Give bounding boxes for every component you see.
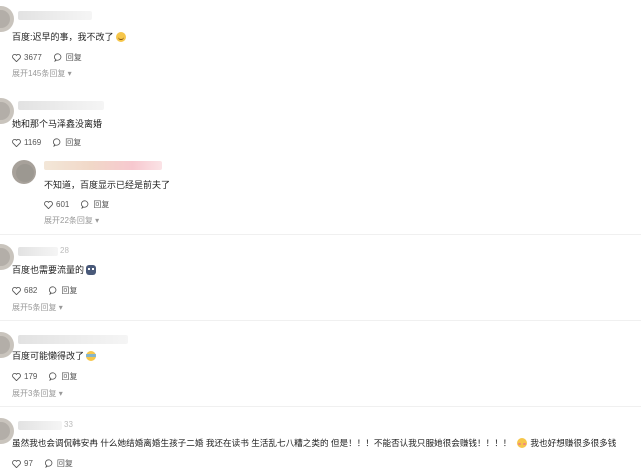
expand-replies-link[interactable]: 展开3条回复 ▾ [12, 388, 63, 399]
comment-actions: 601 回复 [44, 199, 121, 210]
expand-replies-link[interactable]: 展开145条回复 ▾ [12, 68, 72, 79]
chevron-down-icon: ▾ [67, 69, 72, 78]
heart-icon [12, 53, 21, 62]
username[interactable] [18, 421, 62, 430]
reply-button[interactable]: 回复 [49, 371, 77, 382]
reply-label: 回复 [61, 372, 78, 381]
speech-bubble-icon [53, 53, 62, 62]
username[interactable] [18, 101, 104, 110]
heart-icon [12, 286, 21, 295]
reply-label: 回复 [65, 138, 82, 147]
reply-label: 回复 [65, 53, 82, 62]
comment-text: 不知道，百度显示已经是前夫了 [44, 180, 171, 190]
comment-actions: 682 回复 [12, 285, 89, 296]
avatar[interactable] [12, 160, 36, 184]
chevron-down-icon: ▾ [58, 389, 63, 398]
username[interactable] [18, 11, 92, 20]
speech-bubble-icon [81, 200, 89, 209]
reply-button[interactable]: 回复 [53, 137, 81, 148]
comment-actions: 1169 回复 [12, 137, 93, 148]
username-suffix: 28 [60, 246, 69, 255]
like-count: 1169 [24, 138, 42, 147]
like-count: 682 [24, 286, 38, 295]
username-suffix: 33 [64, 420, 73, 429]
like-button[interactable]: 97 [12, 459, 33, 468]
reply-button[interactable]: 回复 [81, 199, 109, 210]
chevron-down-icon: ▾ [95, 216, 100, 225]
reply-button[interactable]: 回复 [53, 52, 82, 63]
like-count: 179 [24, 372, 38, 381]
robot-face-icon [86, 265, 97, 275]
like-count: 97 [24, 459, 33, 468]
comment-text: 百度:迟早的事，我不改了 [12, 30, 126, 43]
heart-icon [12, 459, 21, 468]
shy-face-icon [517, 438, 528, 448]
expand-replies-link[interactable]: 展开22条回复 ▾ [44, 215, 99, 226]
divider [0, 320, 641, 321]
smiling-face-icon [115, 32, 126, 42]
speech-bubble-icon [53, 138, 61, 147]
expand-replies-link[interactable]: 展开5条回复 ▾ [12, 302, 63, 313]
rolling-laughing-face-icon [86, 351, 97, 361]
divider [0, 234, 641, 235]
like-button[interactable]: 179 [12, 372, 37, 381]
speech-bubble-icon [44, 459, 53, 468]
avatar[interactable] [0, 6, 14, 32]
reply-button[interactable]: 回复 [44, 458, 73, 469]
comment-text: 百度可能懒得改了 [12, 349, 97, 362]
reply-label: 回复 [61, 286, 78, 295]
heart-icon [44, 200, 53, 209]
divider [0, 406, 641, 407]
speech-bubble-icon [49, 286, 57, 295]
reply-label: 回复 [93, 200, 110, 209]
comment-actions: 3677 回复 [12, 52, 94, 63]
like-count: 3677 [24, 53, 42, 62]
comment-text: 百度也需要流量的 [12, 263, 97, 276]
chevron-down-icon: ▾ [58, 303, 63, 312]
comment-actions: 179 回复 [12, 371, 89, 382]
speech-bubble-icon [49, 372, 57, 381]
reply-button[interactable]: 回复 [49, 285, 77, 296]
heart-icon [12, 138, 21, 147]
username[interactable] [18, 247, 58, 256]
heart-icon [12, 372, 21, 381]
like-button[interactable]: 601 [44, 200, 69, 209]
comment-text: 她和那个马泽鑫没离婚 [12, 119, 103, 129]
like-count: 601 [56, 200, 70, 209]
reply-label: 回复 [56, 459, 73, 468]
username[interactable] [18, 335, 128, 344]
comment-actions: 97 回复 [12, 458, 85, 469]
comment-text: 虽然我也会调侃韩安冉 什么她结婚离婚生孩子二婚 我还在读书 生活乱七八糟之类的 … [12, 438, 617, 448]
username[interactable] [44, 161, 162, 170]
like-button[interactable]: 1169 [12, 138, 41, 147]
like-button[interactable]: 682 [12, 286, 37, 295]
like-button[interactable]: 3677 [12, 53, 42, 62]
